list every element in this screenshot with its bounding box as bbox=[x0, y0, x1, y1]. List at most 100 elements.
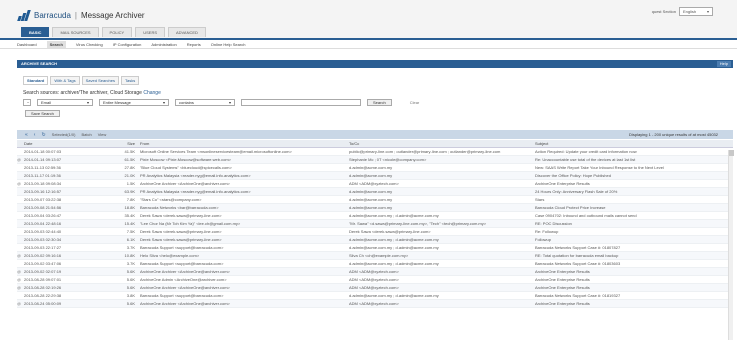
table-row[interactable]: @2013-09-18 09:08:34 1.5K ArchiveOne Archi… bbox=[17, 180, 733, 188]
scope-select[interactable]: Entire Message ▾ bbox=[99, 99, 169, 106]
date-cell: 2013-09-03 22:17:27 bbox=[24, 245, 62, 250]
toolbar-view[interactable]: View bbox=[98, 132, 107, 137]
refresh-icon[interactable]: ↻ bbox=[41, 132, 45, 138]
date-cell: 2013-11-17 01:19:36 bbox=[24, 173, 61, 178]
tab-advanced[interactable]: ADVANCED bbox=[168, 27, 206, 37]
subnav-search[interactable]: Search bbox=[46, 40, 66, 48]
date-cell: 2013-09-08 21:54:56 bbox=[24, 205, 62, 210]
toolbar-selected[interactable]: Selected(1/0) bbox=[52, 132, 76, 137]
tab-standard[interactable]: Standard bbox=[23, 76, 49, 85]
subnav-dashboard[interactable]: Dashboard bbox=[17, 42, 37, 47]
date-column-header[interactable]: Date bbox=[21, 141, 116, 146]
table-row[interactable]: @2013-09-02 02:07:19 5.6K ArchiveOne Archi… bbox=[17, 268, 733, 276]
date-cell: 2013-08-28 22:29:38 bbox=[24, 293, 62, 298]
table-row[interactable]: @2013-08-28 02:19:26 5.6K ArchiveOne Archi… bbox=[17, 284, 733, 292]
save-search-button[interactable]: Save Search bbox=[25, 110, 60, 117]
field-value: Email bbox=[41, 100, 52, 105]
brand-name: Barracuda bbox=[34, 11, 71, 20]
from-cell: Derek Sawa <derek.sawa@primary-line.com> bbox=[140, 237, 222, 242]
to-column-header[interactable]: To/Cc bbox=[349, 141, 532, 146]
from-cell: Barracuda Support <support@barracuda.com… bbox=[140, 293, 224, 298]
size-cell: 27.8K bbox=[124, 165, 135, 170]
date-cell: 2013-08-24 05:00:09 bbox=[24, 301, 62, 306]
operator-select[interactable]: contains ▾ bbox=[175, 99, 235, 106]
from-column-header[interactable]: From bbox=[140, 141, 349, 146]
size-cell: 15.4K bbox=[124, 221, 135, 226]
search-value-input[interactable] bbox=[241, 99, 361, 106]
tab-saved-searches[interactable]: Saved Searches bbox=[81, 76, 119, 85]
subnav-reports[interactable]: Reports bbox=[187, 42, 201, 47]
tab-basic[interactable]: BASIC bbox=[21, 27, 50, 37]
previous-page-icon[interactable]: ‹ bbox=[34, 132, 36, 138]
date-cell: 2013-09-02 09:16:16 bbox=[24, 253, 62, 258]
brand-separator: | bbox=[74, 11, 77, 20]
to-cell: d.admin@acme.com.my bbox=[349, 197, 393, 202]
table-body: 2014-01-18 00:07:03 41.5K Microsoft Online… bbox=[17, 148, 733, 308]
to-cell: d.admin@acme.com.my ; d.admin@acme.com.m… bbox=[349, 237, 439, 242]
table-row[interactable]: 2013-09-03 02:30:34 6.1K Derek Sawa <derek… bbox=[17, 236, 733, 244]
field-select[interactable]: Email ▾ bbox=[37, 99, 93, 106]
from-cell: "Lee Chor Na (Mr Toh Kim Ya)" <lee.ch@gm… bbox=[140, 221, 241, 226]
size-cell: 1.5K bbox=[126, 181, 135, 186]
size-cell: 35.4K bbox=[124, 213, 135, 218]
search-button[interactable]: Search bbox=[367, 99, 392, 106]
subject-cell: Barracuda Networks Support Case #: 01807… bbox=[535, 245, 621, 250]
tab-users[interactable]: USERS bbox=[135, 27, 165, 37]
size-column-header[interactable]: Size bbox=[116, 141, 140, 146]
subnav-administration[interactable]: Administration bbox=[151, 42, 176, 47]
subject-column-header[interactable]: Subject bbox=[532, 141, 733, 146]
date-cell: 2013-09-07 03:22:38 bbox=[24, 197, 62, 202]
table-row[interactable]: 2013-09-02 03:47:06 3.7K Barracuda Support… bbox=[17, 260, 733, 268]
size-cell: 5.6K bbox=[126, 269, 135, 274]
results-toolbar: « ‹ ↻ Selected(1/0) Batch View Displayin… bbox=[17, 130, 733, 139]
from-cell: Barracuda Support <support@barracuda.com… bbox=[140, 245, 224, 250]
first-page-icon[interactable]: « bbox=[25, 132, 28, 138]
from-cell: ArchiveOne Archiver <ArchiveOne@archiver… bbox=[140, 301, 230, 306]
tab-with-tags[interactable]: With & Tags bbox=[50, 76, 80, 85]
to-cell: Sliva Ch <ch@example.com.my> bbox=[349, 253, 409, 258]
table-row[interactable]: @2014-01-14 09:13:07 61.5K Pixie Moscow <P… bbox=[17, 156, 733, 164]
tab-tasks[interactable]: Tasks bbox=[120, 76, 140, 85]
scrollbar-thumb[interactable] bbox=[729, 150, 734, 156]
search-tabs: Standard With & Tags Saved Searches Task… bbox=[23, 76, 140, 85]
subnav-online-help[interactable]: Online Help Search bbox=[211, 42, 246, 47]
date-cell: 2013-09-02 02:07:19 bbox=[24, 269, 62, 274]
size-cell: 5.6K bbox=[126, 277, 135, 282]
from-cell: ArchiveOne Archiver <ArchiveOne@archiver… bbox=[140, 285, 230, 290]
table-row[interactable]: 2013-09-04 22:48:16 15.4K "Lee Chor Na (Mr… bbox=[17, 220, 733, 228]
table-header: Date Size From To/Cc Subject bbox=[17, 140, 733, 148]
table-row[interactable]: 2013-09-16 12:16:57 63.9K PR Analytics Mal… bbox=[17, 188, 733, 196]
clear-link[interactable]: Clear bbox=[410, 100, 420, 105]
table-row[interactable]: @2013-08-24 05:00:09 5.6K ArchiveOne Archi… bbox=[17, 300, 733, 308]
table-row[interactable]: 2013-09-04 03:26:47 35.4K Derek Sawa <dere… bbox=[17, 212, 733, 220]
table-row[interactable]: @2013-08-28 09:07:01 5.6K ArchiveOne Admin… bbox=[17, 276, 733, 284]
language-select[interactable]: English ▾ bbox=[679, 7, 713, 16]
operator-value: contains bbox=[179, 100, 194, 105]
table-row[interactable]: 2013-09-07 03:22:38 7.8K "Stars Co" <stars… bbox=[17, 196, 733, 204]
size-cell: 61.5K bbox=[124, 157, 135, 162]
table-row[interactable]: 2013-08-28 22:29:38 3.8K Barracuda Support… bbox=[17, 292, 733, 300]
tab-policy[interactable]: POLICY bbox=[101, 27, 133, 37]
from-cell: ArchiveOne Archiver <ArchiveOne@archiver… bbox=[140, 181, 230, 186]
subnav-virus-checking[interactable]: Virus Checking bbox=[76, 42, 103, 47]
subject-cell: New: SAAS Write Report Take Your Inbound… bbox=[535, 165, 664, 170]
results-scrollbar[interactable] bbox=[728, 150, 734, 340]
subject-cell: Barracuda Networks Support Case #: 01803… bbox=[535, 261, 621, 266]
table-row[interactable]: 2014-01-18 00:07:03 41.5K Microsoft Online… bbox=[17, 148, 733, 156]
table-row[interactable]: 2013-09-03 02:44:40 7.5K Derek Sawa <derek… bbox=[17, 228, 733, 236]
table-row[interactable]: @2013-09-02 09:16:16 10.8K Helo Sliva <hel… bbox=[17, 252, 733, 260]
table-row[interactable]: 2013-11-13 02:59:36 27.8K "Blue Cloud Syst… bbox=[17, 164, 733, 172]
help-button[interactable]: Help bbox=[716, 61, 731, 67]
table-row[interactable]: 2013-09-08 21:54:56 18.8K Barracuda Networ… bbox=[17, 204, 733, 212]
user-label: quest Section bbox=[651, 9, 676, 14]
header-bar: Barracuda | Message Archiver quest Secti… bbox=[0, 0, 737, 38]
language-value: English bbox=[683, 9, 697, 14]
subnav-ip-configuration[interactable]: IP Configuration bbox=[113, 42, 142, 47]
subject-cell: Barracuda Networks Support Case #: 01819… bbox=[535, 293, 621, 298]
change-sources-link[interactable]: Change bbox=[143, 90, 161, 96]
remove-criterion-button[interactable]: − bbox=[23, 99, 31, 106]
table-row[interactable]: 2013-09-03 22:17:27 3.7K Barracuda Support… bbox=[17, 244, 733, 252]
table-row[interactable]: 2013-11-17 01:19:36 21.0K PR Analytics Mal… bbox=[17, 172, 733, 180]
toolbar-batch[interactable]: Batch bbox=[81, 132, 91, 137]
tab-mail-sources[interactable]: MAIL SOURCES bbox=[52, 27, 99, 37]
